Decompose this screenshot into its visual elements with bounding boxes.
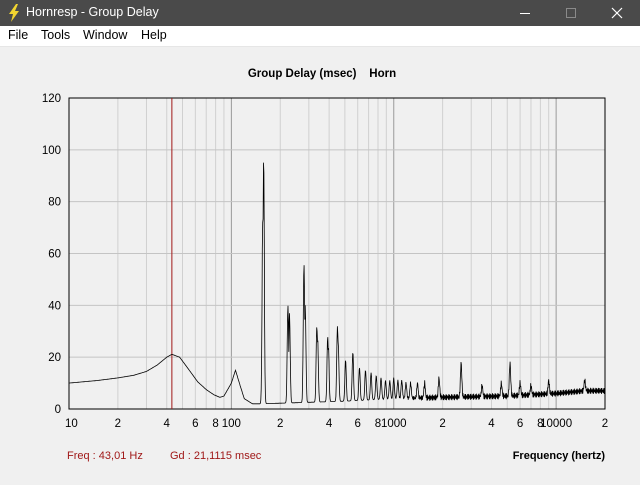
title-bar: Hornresp - Group Delay	[0, 0, 640, 26]
minimize-icon	[520, 13, 530, 14]
y-tick-label: 20	[48, 352, 61, 364]
maximize-button[interactable]	[548, 0, 594, 26]
x-tick-label: 2	[115, 418, 121, 430]
close-button[interactable]	[594, 0, 640, 26]
minimize-button[interactable]	[502, 0, 548, 26]
x-tick-label: 4	[164, 418, 171, 430]
group-delay-chart[interactable]: Group Delay (msec) Horn 020406080100120 …	[0, 47, 640, 480]
menu-window[interactable]: Window	[82, 28, 128, 42]
chart-area[interactable]: Group Delay (msec) Horn 0 20 40 60 80 100 120 …	[0, 47, 640, 480]
x-tick-label: 2	[602, 418, 608, 430]
y-tick-label: 100	[42, 145, 61, 157]
y-tick-label: 0	[55, 404, 61, 416]
x-tick-label: 6	[355, 418, 361, 430]
y-tick-labels: 0 20 40 60 80 100 120	[42, 93, 61, 416]
x-tick-label: 8	[212, 418, 218, 430]
freq-readout: Freq : 43,01 Hz	[67, 450, 143, 462]
y-tick-label: 60	[48, 249, 61, 261]
x-tick-label: 100	[222, 418, 241, 430]
chart-title: Group Delay (msec) Horn	[248, 68, 396, 80]
y-tick-label: 40	[48, 300, 61, 312]
x-tick-label: 6	[517, 418, 523, 430]
gd-readout: Gd : 21,1115 msec	[170, 450, 262, 462]
y-tick-label: 80	[48, 197, 61, 209]
x-axis-label: Frequency (hertz)	[513, 450, 606, 462]
close-icon	[611, 7, 623, 19]
x-tick-label: 6	[192, 418, 198, 430]
x-tick-label: 4	[488, 418, 495, 430]
lightning-bolt-icon	[9, 4, 19, 22]
x-tick-label: 10000	[540, 418, 572, 430]
maximize-icon	[566, 8, 576, 18]
x-tick-label: 2	[277, 418, 283, 430]
x-tick-labels: 10 2 4 6 8 100 2 4 6 8 1000 2 4 6 810000 2	[65, 418, 608, 430]
menu-file[interactable]: File	[7, 28, 29, 42]
window-title: Hornresp - Group Delay	[26, 5, 159, 19]
x-tick-label: 1000	[381, 418, 407, 430]
x-tick-label: 4	[326, 418, 333, 430]
series-line	[68, 162, 606, 405]
x-tick-label: 2	[439, 418, 445, 430]
x-tick-label: 10	[65, 418, 78, 430]
menu-tools[interactable]: Tools	[40, 28, 71, 42]
menu-help[interactable]: Help	[140, 28, 168, 42]
menu-bar: File Tools Window Help	[0, 26, 640, 47]
y-tick-label: 120	[42, 93, 61, 105]
